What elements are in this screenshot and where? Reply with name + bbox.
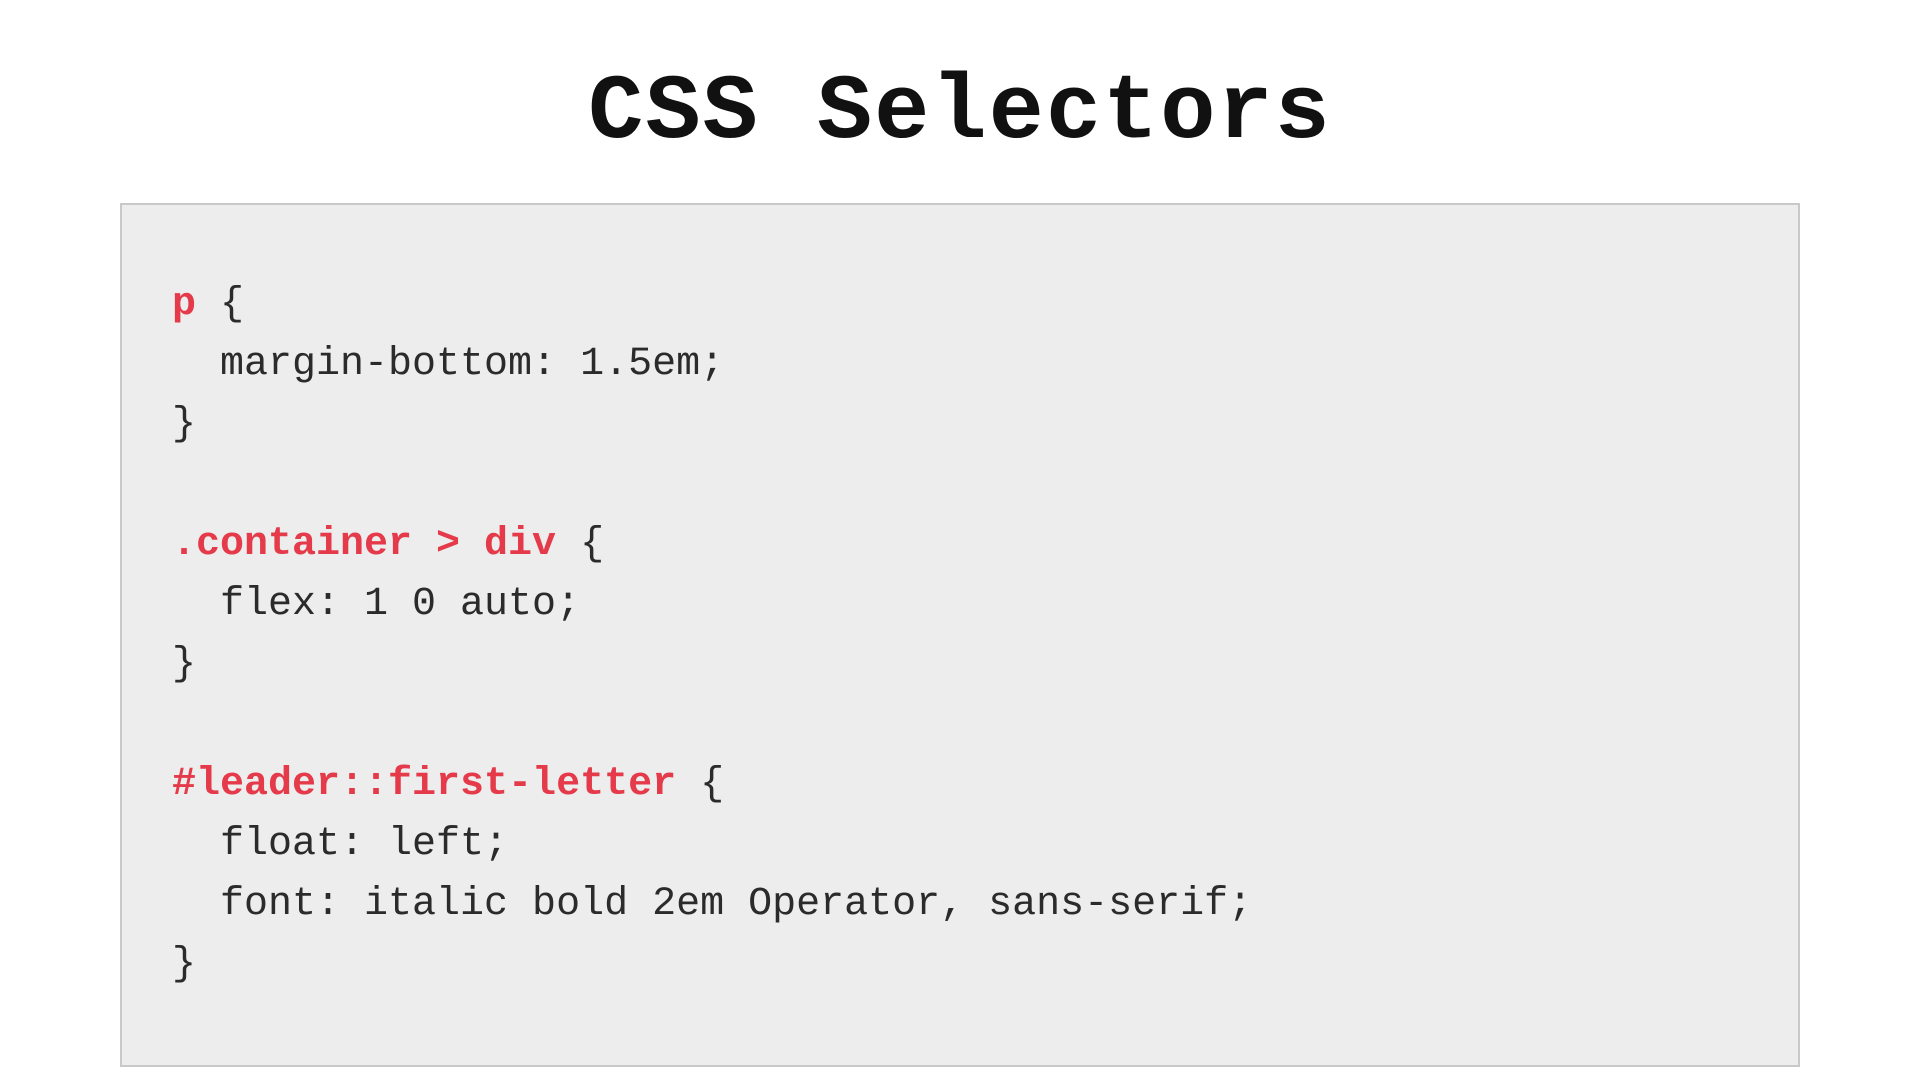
brace-open-2: { [556,522,604,567]
declaration-2-0: flex: 1 0 auto; [172,582,580,627]
declaration-3-1: font: italic bold 2em Operator, sans-ser… [172,882,1252,927]
slide: CSS Selectors p { margin-bottom: 1.5em; … [0,0,1920,1080]
selector-3: #leader::first-letter [172,762,676,807]
brace-close-2: } [172,642,196,687]
brace-close-1: } [172,402,196,447]
selector-2: .container > div [172,522,556,567]
declaration-1-0: margin-bottom: 1.5em; [172,342,724,387]
declaration-3-0: float: left; [172,822,508,867]
code-block: p { margin-bottom: 1.5em; } .container >… [120,203,1800,1067]
brace-open-3: { [676,762,724,807]
brace-open-1: { [196,282,244,327]
brace-close-3: } [172,942,196,987]
slide-title: CSS Selectors [120,60,1800,165]
code-content: p { margin-bottom: 1.5em; } .container >… [172,275,1748,995]
selector-1: p [172,282,196,327]
